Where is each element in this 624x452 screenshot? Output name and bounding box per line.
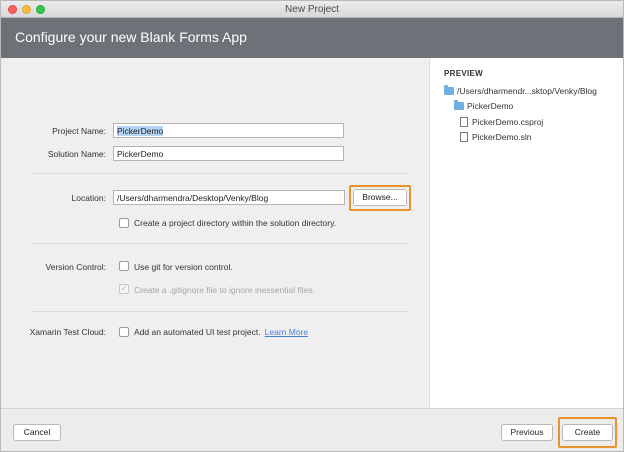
project-name-label: Project Name:: [52, 126, 106, 136]
configuration-form: Project Name: PickerDemo Solution Name: …: [1, 58, 429, 408]
tree-file: PickerDemo.csproj: [460, 117, 543, 127]
wizard-footer: Cancel Previous Create: [1, 408, 623, 451]
project-name-value: PickerDemo: [117, 126, 164, 136]
tree-file-label: PickerDemo.csproj: [472, 117, 544, 127]
previous-button[interactable]: Previous: [501, 424, 553, 441]
folder-icon: [444, 85, 454, 95]
solution-name-label: Solution Name:: [47, 149, 106, 159]
window-title: New Project: [285, 4, 339, 15]
use-git-checkbox[interactable]: [119, 261, 129, 271]
file-icon: [460, 132, 468, 142]
gitignore-checkbox: ✓: [119, 284, 129, 294]
new-project-window: New Project Configure your new Blank For…: [0, 0, 624, 452]
ui-test-label: Add an automated UI test project.: [134, 327, 261, 337]
ui-test-checkbox[interactable]: [119, 327, 129, 337]
create-button[interactable]: Create: [562, 424, 613, 441]
tree-folder-label: PickerDemo: [467, 101, 514, 111]
gitignore-label: Create a .gitignore file to ignore iness…: [134, 285, 315, 295]
file-icon: [460, 117, 468, 127]
tree-root: /Users/dharmendr...sktop/Venky/Blog: [444, 85, 597, 96]
project-name-field[interactable]: PickerDemo: [113, 123, 344, 138]
use-git-label: Use git for version control.: [134, 262, 233, 272]
wizard-header: Configure your new Blank Forms App: [1, 18, 623, 58]
title-bar: New Project: [1, 1, 623, 18]
solution-name-field[interactable]: PickerDemo: [113, 146, 344, 161]
browse-button[interactable]: Browse...: [353, 189, 407, 206]
create-directory-checkbox[interactable]: [119, 218, 129, 228]
location-label: Location:: [71, 193, 107, 203]
preview-pane: PREVIEW /Users/dharmendr...sktop/Venky/B…: [429, 58, 623, 408]
folder-icon: [454, 100, 464, 110]
location-field[interactable]: /Users/dharmendra/Desktop/Venky/Blog: [113, 190, 345, 205]
preview-heading: PREVIEW: [444, 69, 483, 78]
tree-file: PickerDemo.sln: [460, 132, 532, 142]
cancel-button[interactable]: Cancel: [13, 424, 61, 441]
tree-root-label: /Users/dharmendr...sktop/Venky/Blog: [457, 86, 597, 96]
separator: [31, 311, 409, 312]
create-directory-label: Create a project directory within the so…: [134, 218, 337, 228]
separator: [31, 243, 409, 244]
version-control-label: Version Control:: [45, 262, 106, 272]
learn-more-link[interactable]: Learn More: [265, 327, 308, 337]
separator: [31, 173, 409, 174]
tree-file-label: PickerDemo.sln: [472, 132, 532, 142]
ui-test-option: Add an automated UI test project. Learn M…: [134, 327, 308, 337]
test-cloud-label: Xamarin Test Cloud:: [29, 327, 106, 337]
page-title: Configure your new Blank Forms App: [15, 29, 247, 45]
tree-folder: PickerDemo: [454, 100, 514, 111]
